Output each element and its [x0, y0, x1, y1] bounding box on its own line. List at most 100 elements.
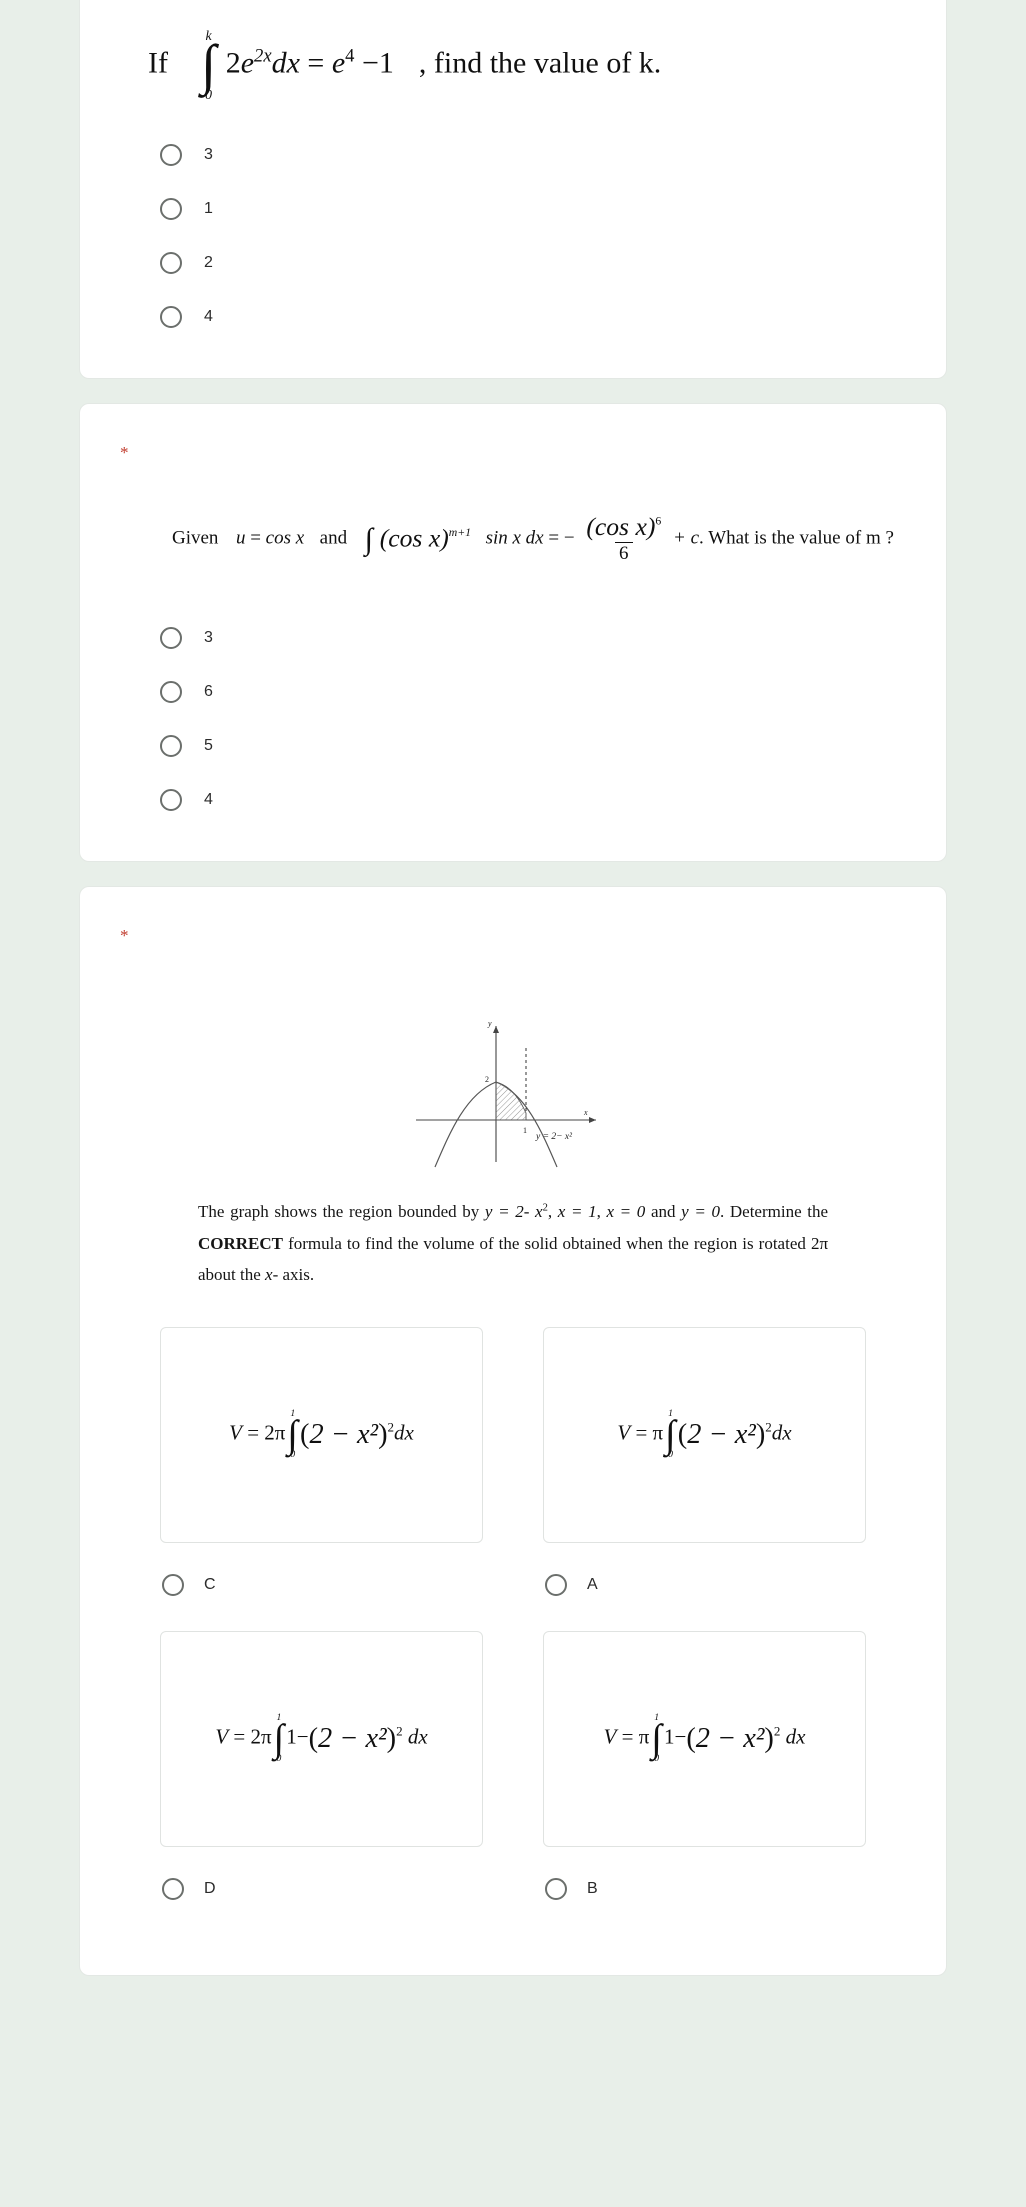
a-equals: =	[635, 1420, 648, 1445]
radio-icon[interactable]	[160, 789, 182, 812]
choice-radio-row-b[interactable]: B	[543, 1863, 866, 1915]
c-coefficient: 2π	[264, 1420, 286, 1445]
choice-letter: B	[587, 1879, 598, 1897]
radio-icon[interactable]	[545, 1573, 567, 1596]
formula-a: V = π 1 ∫ 0 (2 − x²)2dx	[617, 1409, 791, 1460]
radio-icon[interactable]	[160, 252, 182, 275]
integral-glyph: ∫	[287, 1412, 299, 1456]
option-label: 4	[204, 791, 213, 809]
formula-box[interactable]: V = 2π 1 ∫ 0 (2 − x²)2dx	[160, 1326, 483, 1543]
choice-cell-b: V = π 1 ∫ 0 1−(2 − x²)2 dx B	[543, 1630, 866, 1935]
radio-icon[interactable]	[545, 1877, 567, 1900]
integral-glyph: ∫	[364, 521, 373, 556]
radio-icon[interactable]	[160, 306, 182, 329]
q2-equals: =	[548, 527, 560, 549]
formula-box[interactable]: V = 2π 1 ∫ 0 1−(2 − x²)2 dx	[160, 1630, 483, 1847]
q3-line3-b: about the	[198, 1265, 261, 1285]
a-inner: (2 − x²)	[677, 1418, 766, 1450]
question-3-choices: V = 2π 1 ∫ 0 (2 − x²)2dx C V = π 1 ∫ 0 (…	[80, 1291, 946, 1975]
choice-cell-d: V = 2π 1 ∫ 0 1−(2 − x²)2 dx D	[160, 1630, 483, 1935]
radio-icon[interactable]	[160, 198, 182, 221]
option-row[interactable]: 6	[80, 665, 946, 719]
choice-radio-row-c[interactable]: C	[160, 1559, 483, 1611]
q2-integrand-factor: sin x dx	[485, 527, 544, 549]
option-label: 3	[204, 146, 213, 164]
q2-u-value: cos x	[265, 527, 305, 549]
b-prefix: 1−	[664, 1724, 687, 1749]
choice-radio-row-a[interactable]: A	[543, 1559, 866, 1611]
integral-glyph: ∫	[273, 1716, 285, 1760]
a-lower: 0	[668, 1449, 673, 1461]
c-integral-symbol: 1 ∫ 0	[287, 1409, 298, 1460]
q3-function-exponent: 2	[542, 1202, 548, 1214]
option-row[interactable]: 3	[80, 611, 946, 665]
q3-axis: x	[265, 1265, 273, 1285]
option-row[interactable]: 3	[80, 128, 946, 182]
radio-icon[interactable]	[160, 144, 182, 167]
option-label: 4	[204, 308, 213, 326]
integral-glyph: ∫	[200, 34, 217, 96]
question-card-1: If k ∫ 0 2e2xdx = e4 −1 , find the value…	[79, 0, 947, 380]
d-inner-expr: 2 − x²	[318, 1722, 387, 1754]
d-inner: (2 − x²)	[308, 1722, 397, 1754]
choice-radio-row-d[interactable]: D	[160, 1863, 483, 1915]
required-asterisk: *	[120, 443, 129, 463]
q1-rhs-exponent: 4	[345, 45, 355, 67]
option-label: 6	[204, 683, 213, 701]
question-2-options: 3 6 5 4	[80, 565, 946, 861]
integral-glyph: ∫	[665, 1412, 676, 1456]
q1-differential: dx	[271, 46, 300, 80]
choice-cell-a: V = π 1 ∫ 0 (2 − x²)2dx A	[543, 1326, 866, 1631]
option-row[interactable]: 4	[80, 290, 946, 344]
q2-frac-num-base: (cos x)	[586, 512, 656, 542]
c-inner: (2 − x²)	[300, 1418, 388, 1450]
option-label: 3	[204, 629, 213, 647]
integral-glyph: ∫	[651, 1716, 662, 1760]
option-label: 5	[204, 737, 213, 755]
radio-icon[interactable]	[160, 681, 182, 704]
y-tick-label: 2	[485, 1075, 489, 1084]
q3-emphasis: CORRECT	[198, 1233, 284, 1253]
b-coefficient: π	[638, 1724, 650, 1749]
q2-u-var: u	[235, 527, 246, 549]
parabola-graph: y x 2 1 y = 2− x²	[80, 944, 946, 1182]
curve-label: y = 2− x²	[535, 1132, 572, 1142]
choice-letter: A	[587, 1575, 598, 1593]
option-row[interactable]: 2	[80, 236, 946, 290]
q3-line3-c: - axis.	[272, 1265, 315, 1285]
q3-line1-a: The graph shows the region bounded by	[198, 1202, 480, 1222]
radio-icon[interactable]	[162, 1573, 184, 1596]
b-V: V	[603, 1724, 617, 1749]
d-power: 2	[396, 1723, 403, 1739]
radio-icon[interactable]	[160, 627, 182, 650]
radio-icon[interactable]	[160, 735, 182, 758]
formula-box[interactable]: V = π 1 ∫ 0 (2 − x²)2dx	[543, 1326, 866, 1543]
b-integral-symbol: 1 ∫ 0	[651, 1713, 662, 1764]
formula-b: V = π 1 ∫ 0 1−(2 − x²)2 dx	[604, 1713, 806, 1764]
b-lower: 0	[654, 1753, 660, 1765]
d-integral-symbol: 1 ∫ 0	[274, 1713, 285, 1764]
choice-letter: D	[204, 1879, 216, 1897]
q3-period: .	[719, 1202, 725, 1222]
choice-cell-c: V = 2π 1 ∫ 0 (2 − x²)2dx C	[160, 1326, 483, 1631]
q3-bound-2: x = 0	[606, 1202, 646, 1222]
q3-line3-a: region is rotated	[693, 1233, 806, 1253]
question-3-prompt: The graph shows the region bounded by y …	[198, 1202, 829, 1285]
q2-u-equals: =	[250, 527, 261, 549]
formula-box[interactable]: V = π 1 ∫ 0 1−(2 − x²)2 dx	[543, 1630, 866, 1847]
question-1-options: 3 1 2 4	[80, 102, 946, 378]
q1-rhs-base: e	[331, 46, 346, 80]
option-row[interactable]: 1	[80, 182, 946, 236]
q1-rhs-term: 1	[378, 46, 394, 80]
q1-lead: If	[148, 46, 168, 80]
b-inner-expr: 2 − x²	[695, 1722, 765, 1754]
radio-icon[interactable]	[162, 1877, 184, 1900]
c-V: V	[229, 1420, 242, 1445]
q2-fraction-numerator: (cos x)6	[582, 512, 665, 542]
c-lower: 0	[290, 1449, 296, 1461]
d-coefficient: 2π	[250, 1724, 272, 1749]
option-row[interactable]: 4	[80, 773, 946, 827]
q2-and: and	[319, 527, 348, 549]
a-dx: dx	[771, 1420, 792, 1445]
option-row[interactable]: 5	[80, 719, 946, 773]
